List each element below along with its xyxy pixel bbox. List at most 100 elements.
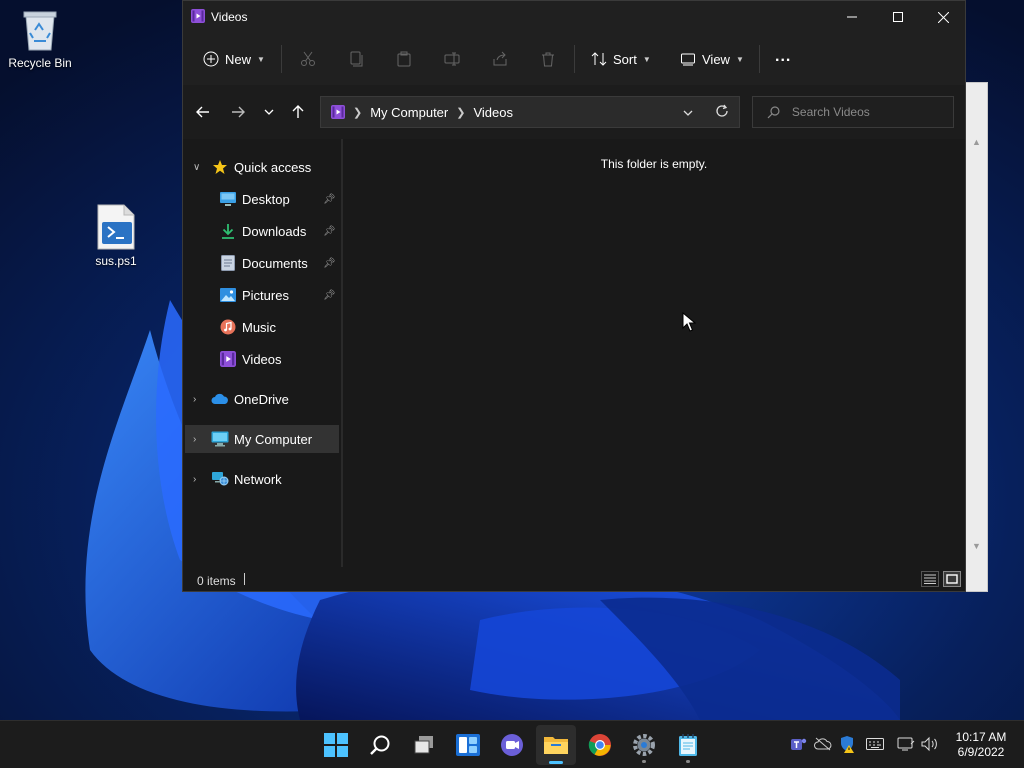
- chevron-right-icon[interactable]: ›: [193, 394, 196, 405]
- navigation-bar: ❯ My Computer ❯ Videos: [183, 85, 965, 139]
- pictures-icon: [219, 286, 237, 304]
- sus-ps1-label: sus.ps1: [95, 254, 137, 268]
- folder-icon: [544, 737, 568, 754]
- forward-button[interactable]: [227, 101, 249, 123]
- copy-button[interactable]: [346, 49, 366, 69]
- divider: [759, 45, 760, 73]
- sus-ps1-file[interactable]: sus.ps1: [76, 204, 156, 268]
- sidebar-item-music[interactable]: Music: [185, 313, 339, 341]
- trash-icon: [542, 52, 554, 67]
- maximize-icon: [893, 12, 903, 22]
- sidebar-item-label: Downloads: [242, 223, 307, 239]
- share-button[interactable]: [490, 49, 510, 69]
- chat-icon: [501, 734, 523, 756]
- clipboard-icon: [397, 51, 411, 67]
- chevron-down-icon: ▼: [735, 54, 744, 64]
- notepad-button[interactable]: [668, 725, 708, 765]
- address-dropdown-button[interactable]: [683, 106, 693, 121]
- cloud-offline-icon: [814, 737, 832, 751]
- pin-icon[interactable]: 📌︎: [323, 258, 336, 269]
- scroll-down-arrow-icon[interactable]: ▼: [972, 541, 981, 551]
- file-explorer-taskbar-button[interactable]: [536, 725, 576, 765]
- breadcrumb-videos[interactable]: Videos: [473, 105, 513, 120]
- new-button[interactable]: New ▼: [203, 43, 265, 75]
- scroll-up-arrow-icon[interactable]: ▲: [972, 137, 981, 147]
- start-button[interactable]: [316, 725, 356, 765]
- volume-tray-button[interactable]: [921, 735, 939, 753]
- sidebar-item-desktop[interactable]: Desktop 📌︎: [185, 185, 339, 213]
- chevron-down-icon: [264, 109, 274, 115]
- paste-button[interactable]: [394, 49, 414, 69]
- chevron-down-icon[interactable]: ∨: [193, 162, 200, 173]
- chevron-down-icon: ▼: [257, 54, 265, 64]
- large-icons-view-icon: [946, 574, 958, 584]
- sidebar-item-my-computer[interactable]: › My Computer: [185, 425, 339, 453]
- network-tray-button[interactable]: [897, 735, 915, 753]
- download-icon: [219, 222, 237, 240]
- title-bar[interactable]: Videos: [183, 1, 965, 33]
- details-view-button[interactable]: [921, 571, 939, 587]
- more-options-button[interactable]: ...: [775, 41, 791, 73]
- refresh-button[interactable]: [715, 104, 729, 121]
- recycle-bin-label: Recycle Bin: [8, 56, 72, 70]
- chrome-button[interactable]: [580, 725, 620, 765]
- chevron-right-icon[interactable]: ›: [193, 474, 196, 485]
- pin-icon[interactable]: 📌︎: [323, 226, 336, 237]
- network-status-icon: [897, 737, 915, 751]
- search-box[interactable]: [752, 96, 954, 128]
- cut-button[interactable]: [298, 49, 318, 69]
- computer-icon: [211, 430, 229, 448]
- view-button[interactable]: View ▼: [680, 43, 744, 75]
- sort-button[interactable]: Sort ▼: [591, 43, 651, 75]
- sidebar-item-onedrive[interactable]: › OneDrive: [185, 385, 339, 413]
- command-bar: New ▼ Sort ▼ View ▼ ...: [183, 33, 965, 86]
- sidebar-item-pictures[interactable]: Pictures 📌︎: [185, 281, 339, 309]
- view-icon: [681, 53, 695, 66]
- rename-icon: [444, 52, 460, 66]
- delete-button[interactable]: [538, 49, 558, 69]
- plus-circle-icon: [203, 51, 219, 67]
- back-button[interactable]: [192, 101, 214, 123]
- recent-locations-button[interactable]: [258, 101, 280, 123]
- breadcrumb-my-computer[interactable]: My Computer: [370, 105, 448, 120]
- large-icons-view-button[interactable]: [943, 571, 961, 587]
- rename-button[interactable]: [442, 49, 462, 69]
- window-title: Videos: [211, 10, 248, 24]
- sidebar-item-downloads[interactable]: Downloads 📌︎: [185, 217, 339, 245]
- task-view-button[interactable]: [404, 725, 444, 765]
- file-list-pane[interactable]: This folder is empty.: [343, 139, 965, 567]
- widgets-button[interactable]: [448, 725, 488, 765]
- onedrive-tray-button[interactable]: [814, 735, 832, 753]
- empty-folder-message: This folder is empty.: [600, 157, 708, 171]
- background-window[interactable]: ▲ ▼: [964, 82, 988, 592]
- sidebar-item-network[interactable]: › Network: [185, 465, 339, 493]
- gear-icon: [633, 734, 655, 756]
- chat-button[interactable]: [492, 725, 532, 765]
- sidebar-item-documents[interactable]: Documents 📌︎: [185, 249, 339, 277]
- search-button[interactable]: [360, 725, 400, 765]
- settings-button[interactable]: [624, 725, 664, 765]
- search-icon: [370, 735, 390, 755]
- videos-folder-icon: [191, 9, 205, 23]
- more-label: ...: [775, 48, 792, 65]
- pin-icon[interactable]: 📌︎: [323, 290, 336, 301]
- keyboard-tray-button[interactable]: [866, 735, 884, 753]
- teams-tray-button[interactable]: [789, 735, 807, 753]
- maximize-button[interactable]: [875, 1, 921, 33]
- search-input[interactable]: [789, 104, 953, 120]
- arrow-left-icon: [196, 106, 209, 118]
- sidebar-item-quick-access[interactable]: ∨ Quick access: [185, 153, 339, 181]
- sidebar-item-label: OneDrive: [234, 391, 289, 407]
- chevron-right-icon[interactable]: ›: [193, 434, 196, 445]
- recycle-bin-shortcut[interactable]: Recycle Bin: [0, 8, 80, 70]
- address-bar[interactable]: ❯ My Computer ❯ Videos: [320, 96, 740, 128]
- videos-folder-icon: [219, 350, 237, 368]
- sidebar-item-videos[interactable]: Videos: [185, 345, 339, 373]
- minimize-button[interactable]: [829, 1, 875, 33]
- pin-icon[interactable]: 📌︎: [323, 194, 336, 205]
- security-tray-button[interactable]: [839, 735, 857, 753]
- up-button[interactable]: [287, 101, 309, 123]
- clock[interactable]: 10:17 AM 6/9/2022: [946, 730, 1016, 760]
- sidebar-item-label: Quick access: [234, 159, 312, 175]
- close-button[interactable]: [920, 1, 966, 33]
